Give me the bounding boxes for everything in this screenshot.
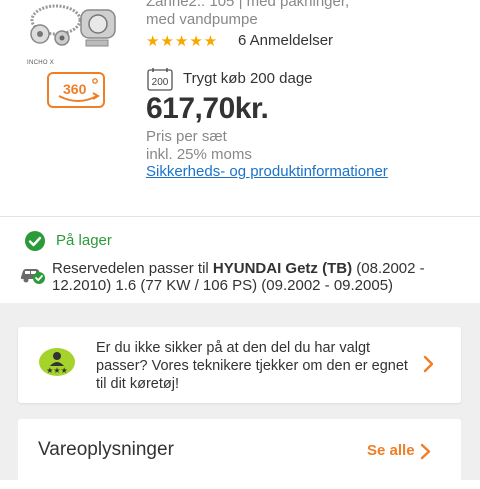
check-circle-icon xyxy=(24,230,46,252)
technician-icon: ★★★ xyxy=(38,347,76,377)
reviews-link[interactable]: 6 Anmeldelser xyxy=(238,32,333,49)
price-unit: Pris per sæt xyxy=(146,128,227,145)
brand-logo: INCHO X xyxy=(27,60,55,66)
view-360-button[interactable]: 360 xyxy=(47,72,105,108)
vehicle-fit-text: Reservedelen passer til HYUNDAI Getz (TB… xyxy=(52,260,462,294)
view-360-label: 360 xyxy=(63,81,87,97)
fit-vehicle: HYUNDAI Getz (TB) xyxy=(212,260,353,277)
chevron-right-icon[interactable] xyxy=(420,443,432,460)
return-badge-number: 200 xyxy=(152,77,169,88)
safe-purchase-text: Trygt køb 200 dage xyxy=(183,70,313,87)
technician-check-card[interactable]: ★★★ Er du ikke sikker på at den del du h… xyxy=(18,327,461,403)
stock-section: På lager Reservedelen passer til HYUNDAI… xyxy=(0,217,480,303)
product-info-title: Vareoplysninger xyxy=(38,439,174,460)
subtitle-line-1: Zähne2.: 105 | med pakninger, xyxy=(146,0,350,10)
technician-check-text: Er du ikke sikker på at den del du har v… xyxy=(96,340,408,392)
fit-prefix: Reservedelen passer til xyxy=(52,260,213,277)
price: 617,70kr. xyxy=(146,92,269,125)
product-subtitle: Zähne2.: 105 | med pakninger, med vandpu… xyxy=(146,0,466,29)
chevron-right-icon xyxy=(423,355,435,373)
vat-note: inkl. 25% moms xyxy=(146,146,252,163)
rating-stars[interactable]: ★★★★★ xyxy=(146,32,218,50)
see-all-link[interactable]: Se alle xyxy=(367,442,415,459)
stock-status: På lager xyxy=(56,232,112,249)
subtitle-line-2: med vandpumpe xyxy=(146,11,258,28)
car-check-icon xyxy=(19,263,47,285)
product-image[interactable] xyxy=(26,0,122,66)
product-info-card: Vareoplysninger Se alle xyxy=(18,419,461,489)
calendar-icon: 200 xyxy=(147,67,173,91)
safety-info-link[interactable]: Sikkerheds- og produktinformationer xyxy=(146,163,388,180)
product-summary: INCHO X 360 Zähne2.: 105 | med pakninger… xyxy=(0,0,480,216)
svg-text:★★★: ★★★ xyxy=(46,366,68,375)
